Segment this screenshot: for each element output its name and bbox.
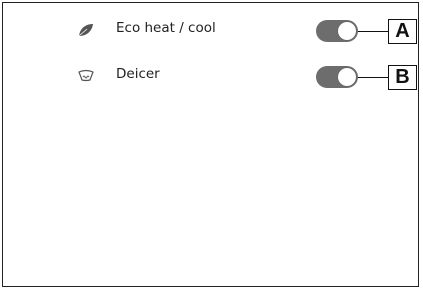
panel-frame: Eco heat / cool A Deicer B [2,2,419,287]
toggle-knob [338,68,356,86]
callout-label-a: A [388,19,417,44]
eco-heat-cool-toggle[interactable] [316,20,358,42]
eco-heat-cool-label: Eco heat / cool [116,20,216,36]
toggle-knob [338,22,356,40]
callout-label-b: B [388,65,417,90]
callout-leader-line [358,77,389,78]
settings-panel: Eco heat / cool A Deicer B [0,0,423,291]
leaf-icon [77,22,95,38]
setting-row-eco: Eco heat / cool A [3,15,418,45]
callout-leader-line [358,31,389,32]
windshield-deicer-icon [77,68,95,84]
deicer-label: Deicer [116,66,160,82]
deicer-toggle[interactable] [316,66,358,88]
setting-row-deicer: Deicer B [3,61,418,91]
